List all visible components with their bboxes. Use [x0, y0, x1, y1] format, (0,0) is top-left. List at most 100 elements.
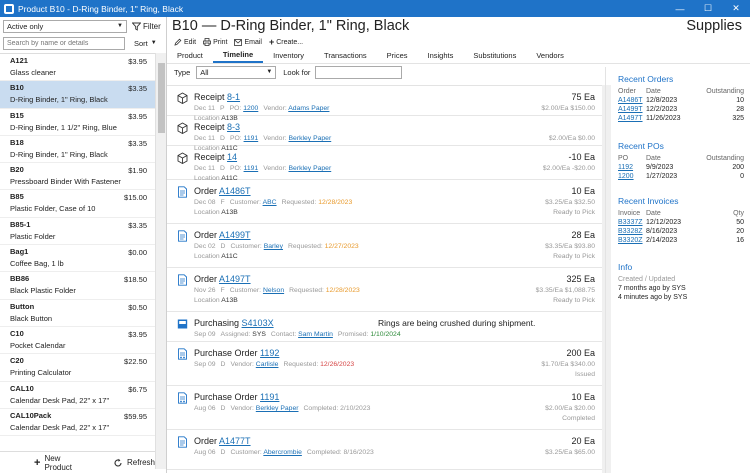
event-reference-link[interactable]: A1499T [219, 230, 251, 240]
event-reference-link[interactable]: S4103X [242, 318, 274, 328]
event-details: Dec 02 D Customer: Barley Requested: 12/27/… [194, 243, 359, 250]
timeline-event-order[interactable]: Order A1486T 10 Ea Dec 08 F Customer: ABC Req… [167, 180, 602, 224]
scrollbar-thumb[interactable] [158, 63, 165, 133]
timeline-event-receipt[interactable]: Receipt 14 -10 Ea Dec 11 D PO: 1191 Vendor: B… [167, 146, 602, 182]
timeline-event-receipt[interactable]: Receipt 8-3 Dec 11 D PO: 1191 Vendor: Berkle… [167, 116, 602, 152]
product-description: Plastic Folder, Case of 10 [10, 204, 96, 214]
product-list-item[interactable] [0, 436, 155, 451]
timeline-event-order[interactable]: Order A1477T 20 Ea Aug 06 D Customer: Abercr… [167, 430, 602, 470]
product-list-item[interactable]: CAL10Pack Calendar Desk Pad, 22" x 17" $59… [0, 409, 155, 437]
event-title: Order A1486T [194, 186, 251, 196]
tab-vendors[interactable]: Vendors [526, 48, 574, 63]
product-list-item[interactable]: B20 Pressboard Binder With Fastener $1.90 [0, 163, 155, 191]
summary-link[interactable]: B3337Z [618, 219, 646, 226]
timeline-event-po[interactable]: Purchase Order 1192 200 Ea Sep 09 D Vendor: … [167, 342, 602, 386]
event-field-value[interactable]: 1200 [243, 105, 258, 112]
summary-link[interactable]: 1192 [618, 164, 646, 171]
tab-insights[interactable]: Insights [418, 48, 464, 63]
edit-button[interactable]: Edit [174, 38, 196, 46]
product-description: Glass cleaner [10, 68, 56, 77]
event-reference-link[interactable]: 8-1 [227, 92, 240, 102]
filter-button[interactable]: Filter [132, 22, 161, 31]
product-list-item[interactable]: CAL10 Calendar Desk Pad, 22" x 17" $6.75 [0, 382, 155, 409]
product-price: $3.95 [128, 111, 147, 121]
event-field-label: PO: [229, 165, 242, 172]
tab-inventory[interactable]: Inventory [263, 48, 314, 63]
event-status: Issued [574, 371, 595, 378]
minimize-button[interactable]: — [666, 0, 694, 17]
product-list-item[interactable]: B15 D-Ring Binder, 1 1/2" Ring, Blue $3.95 [0, 109, 155, 136]
status-filter-select[interactable]: Active only ▼ [3, 20, 127, 33]
event-reference-link[interactable]: A1477T [219, 436, 251, 446]
event-reference-link[interactable]: A1486T [219, 186, 251, 196]
event-reference-link[interactable]: 1191 [260, 392, 279, 402]
sort-button[interactable]: Sort ▼ [134, 39, 157, 48]
product-list-item[interactable]: A121 Glass cleaner $3.95 [0, 54, 155, 82]
event-field-value: 12/28/2023 [318, 199, 353, 206]
event-price: $3.25/Ea $65.00 [545, 449, 595, 456]
refresh-button[interactable]: Refresh [113, 458, 155, 468]
event-field-value[interactable]: Abercrombie [263, 449, 302, 456]
event-field-value[interactable]: Nelson [263, 287, 284, 294]
event-field-value[interactable]: Barley [264, 243, 283, 250]
event-field-label: PO: [229, 135, 242, 142]
product-list-item[interactable]: B10 D-Ring Binder, 1" Ring, Black $3.35 [0, 81, 155, 109]
product-list-item[interactable]: Bag1 Coffee Bag, 1 lb $0.00 [0, 245, 155, 273]
event-field-value[interactable]: Carlisle [256, 361, 279, 368]
event-reference-link[interactable]: A1497T [219, 274, 251, 284]
type-select[interactable]: All ▼ [196, 66, 277, 79]
timeline-event-po[interactable]: Purchase Order 1191 10 Ea Aug 06 D Vendor: B… [167, 386, 602, 430]
search-input[interactable] [3, 36, 125, 50]
product-list-item[interactable]: C20 Printing Calculator $22.50 [0, 354, 155, 382]
location-label: Location [194, 297, 220, 304]
event-type: Purchasing [194, 318, 240, 328]
event-field-value[interactable]: Sam Martin [298, 331, 333, 338]
timeline-event-order[interactable]: Order A1499T 28 Ea Dec 02 D Customer: Barley… [167, 224, 602, 268]
summary-link[interactable]: A1497T [618, 115, 646, 122]
tab-prices[interactable]: Prices [377, 48, 418, 63]
product-list-item[interactable]: B18 D-Ring Binder, 1" Ring, Black $3.35 [0, 136, 155, 164]
create-button[interactable]: + Create... [269, 37, 303, 47]
email-button[interactable]: Email [234, 39, 262, 46]
product-list-item[interactable]: BB86 Black Plastic Folder $18.50 [0, 272, 155, 300]
create-label: Create... [276, 38, 304, 46]
tab-timeline[interactable]: Timeline [212, 48, 264, 63]
event-field-value[interactable]: ABC [263, 199, 277, 206]
event-field-value[interactable]: 1191 [244, 165, 259, 172]
print-button[interactable]: Print [203, 38, 227, 46]
timeline-event-order[interactable]: Order A1497T 325 Ea Nov 26 F Customer: Nelso… [167, 268, 602, 312]
close-button[interactable]: ✕ [722, 0, 750, 17]
event-reference-link[interactable]: 8-3 [227, 122, 240, 132]
summary-link[interactable]: 1200 [618, 173, 646, 180]
event-field-value[interactable]: Berkley Paper [256, 405, 299, 412]
product-list-scrollbar[interactable] [155, 53, 166, 469]
product-list-item[interactable]: B85 Plastic Folder, Case of 10 $15.00 [0, 190, 155, 218]
event-reference-link[interactable]: 14 [227, 152, 237, 162]
event-reference-link[interactable]: 1192 [260, 348, 279, 358]
product-list-item[interactable]: Button Black Button $0.50 [0, 300, 155, 327]
summary-link[interactable]: A1499T [618, 106, 646, 113]
product-description: Plastic Folder [10, 231, 56, 241]
event-field-label: Promised: [337, 331, 369, 338]
tab-transactions[interactable]: Transactions [314, 48, 377, 63]
product-list-item[interactable]: C10 Pocket Calendar $3.95 [0, 327, 155, 355]
timeline-event-receipt[interactable]: Receipt 8-1 75 Ea Dec 11 P PO: 1200 Vendor: A… [167, 86, 602, 122]
event-quantity: 10 Ea [571, 186, 595, 196]
summary-link[interactable]: B3328Z [618, 228, 646, 235]
tab-substitutions[interactable]: Substitutions [463, 48, 526, 63]
event-field-value[interactable]: Berkley Paper [289, 135, 332, 142]
event-field-value[interactable]: Adams Paper [288, 105, 329, 112]
event-field-value[interactable]: Berkley Paper [289, 165, 332, 172]
event-field-value[interactable]: 1191 [244, 135, 259, 142]
maximize-button[interactable]: ☐ [694, 0, 722, 17]
summary-link[interactable]: B3320Z [618, 237, 646, 244]
column-header: PO [618, 155, 629, 162]
lookfor-input[interactable] [315, 66, 403, 79]
event-location: Location A11C [194, 253, 238, 260]
tab-product[interactable]: Product [167, 48, 213, 63]
product-detail: B10 — D-Ring Binder, 1" Ring, Black Supp… [167, 17, 750, 473]
timeline-event-purchasing[interactable]: Purchasing S4103X Rings are being crushed… [167, 312, 602, 342]
product-list-item[interactable]: B85-1 Plastic Folder $3.35 [0, 218, 155, 246]
summary-link[interactable]: A1486T [618, 97, 646, 104]
new-product-button[interactable]: + New Product [34, 454, 79, 472]
